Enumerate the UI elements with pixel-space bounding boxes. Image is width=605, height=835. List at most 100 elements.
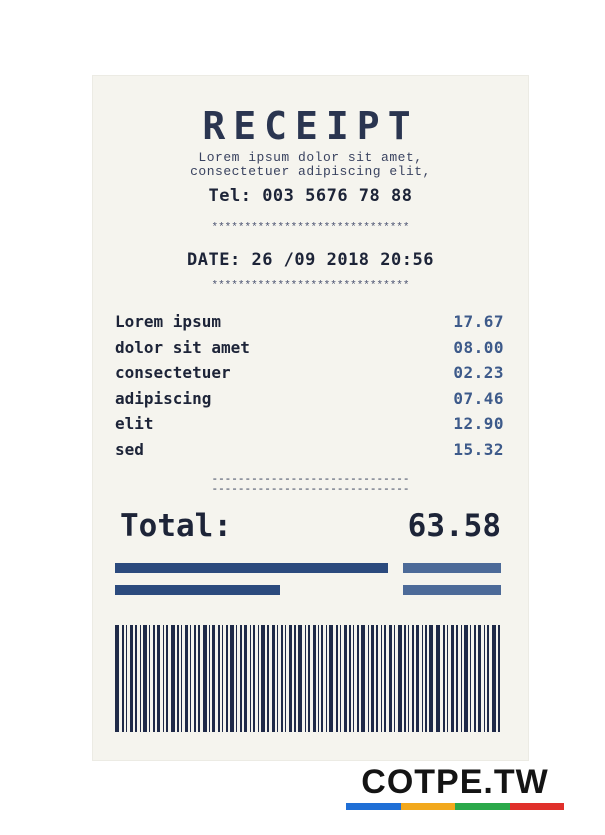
barcode-bar	[126, 625, 127, 732]
receipt-phone: Tel: 003 5676 78 88	[208, 186, 413, 206]
line-items: Lorem ipsum 17.67 dolor sit amet 08.00 c…	[115, 312, 504, 465]
barcode-bar	[163, 625, 164, 732]
item-name: dolor sit amet	[115, 337, 250, 357]
barcode-bar	[361, 625, 365, 732]
barcode-bar	[253, 625, 255, 732]
barcode-bar	[381, 625, 382, 732]
barcode-bar	[464, 625, 468, 732]
barcode-bar	[209, 625, 210, 732]
barcode-bar	[190, 625, 191, 732]
decorative-bar	[115, 585, 280, 595]
barcode-bar	[487, 625, 489, 732]
receipt-title: RECEIPT	[202, 104, 419, 148]
barcode-bar	[115, 625, 119, 732]
barcode-bar	[408, 625, 409, 732]
receipt-subtitle-line1: Lorem ipsum dolor sit amet,	[198, 150, 423, 165]
item-price: 17.67	[453, 312, 504, 331]
barcode-bar	[308, 625, 310, 732]
decorative-bar	[403, 563, 501, 573]
barcode-bar	[289, 625, 292, 732]
barcode-bar	[357, 625, 359, 732]
barcode-bar	[412, 625, 414, 732]
barcode-bar	[313, 625, 316, 732]
barcode-bar	[130, 625, 133, 732]
barcode-bar	[425, 625, 427, 732]
barcode-bar	[456, 625, 458, 732]
barcode-bar	[244, 625, 247, 732]
barcode-bar	[194, 625, 196, 732]
barcode	[115, 625, 500, 732]
barcode-bar	[272, 625, 275, 732]
receipt-subtitle-line2: consectetuer adipiscing elit,	[190, 164, 431, 179]
barcode-bar	[353, 625, 354, 732]
item-price: 08.00	[453, 337, 504, 357]
barcode-bar	[394, 625, 395, 732]
barcode-bar	[321, 625, 323, 732]
barcode-bar	[484, 625, 485, 732]
barcode-bar	[250, 625, 251, 732]
brand-name: COTPE.TW	[361, 763, 549, 801]
brand-color-strip	[346, 803, 564, 810]
barcode-bar	[404, 625, 406, 732]
barcode-bar	[240, 625, 242, 732]
barcode-bar	[447, 625, 448, 732]
brand-strip-green	[455, 803, 510, 810]
item-name: Lorem ipsum	[115, 312, 221, 331]
barcode-bar	[285, 625, 286, 732]
barcode-bar	[389, 625, 392, 732]
barcode-bar	[261, 625, 265, 732]
barcode-bar	[135, 625, 137, 732]
barcode-bar	[384, 625, 386, 732]
line-item: sed 15.32	[115, 440, 504, 466]
barcode-bar	[166, 625, 168, 732]
barcode-bar	[461, 625, 462, 732]
item-price: 15.32	[453, 439, 504, 459]
line-item: consectetuer 02.23	[115, 363, 504, 389]
line-item: Lorem ipsum 17.67	[115, 312, 504, 338]
line-item: elit 12.90	[115, 414, 504, 440]
barcode-bar	[336, 625, 338, 732]
barcode-bar	[368, 625, 369, 732]
barcode-bar	[349, 625, 351, 732]
barcode-bar	[305, 625, 306, 732]
barcode-bar	[171, 625, 175, 732]
brand-strip-yellow	[400, 803, 455, 810]
barcode-bar	[122, 625, 124, 732]
item-name: elit	[115, 414, 154, 433]
barcode-bar	[376, 625, 378, 732]
barcode-bar	[153, 625, 155, 732]
item-price: 12.90	[453, 414, 504, 433]
barcode-bar	[185, 625, 188, 732]
barcode-bar	[422, 625, 423, 732]
barcode-bar	[498, 625, 500, 732]
barcode-bar	[198, 625, 200, 732]
item-price: 07.46	[453, 388, 504, 408]
barcode-bar	[340, 625, 341, 732]
stars-divider-top: ******************************	[211, 222, 410, 234]
brand-logo: COTPE.TW	[346, 763, 564, 813]
barcode-bar	[478, 625, 481, 732]
barcode-bar	[181, 625, 182, 732]
barcode-bar	[344, 625, 347, 732]
barcode-bar	[298, 625, 302, 732]
barcode-bar	[451, 625, 454, 732]
barcode-bar	[281, 625, 283, 732]
barcode-bar	[492, 625, 496, 732]
barcode-bar	[436, 625, 440, 732]
barcode-bar	[140, 625, 141, 732]
brand-strip-blue	[346, 803, 401, 810]
total-value: 63.58	[407, 508, 501, 544]
barcode-bar	[226, 625, 228, 732]
barcode-bar	[318, 625, 319, 732]
barcode-bar	[222, 625, 223, 732]
barcode-bar	[212, 625, 215, 732]
barcode-bar	[443, 625, 445, 732]
barcode-bar	[177, 625, 179, 732]
barcode-bar	[329, 625, 333, 732]
barcode-bar	[149, 625, 150, 732]
total-row: Total: 63.58	[120, 506, 501, 546]
barcode-bar	[218, 625, 220, 732]
barcode-bar	[277, 625, 278, 732]
brand-strip-red	[509, 803, 564, 810]
dash-divider-bottom: ------------------------------	[211, 484, 410, 496]
